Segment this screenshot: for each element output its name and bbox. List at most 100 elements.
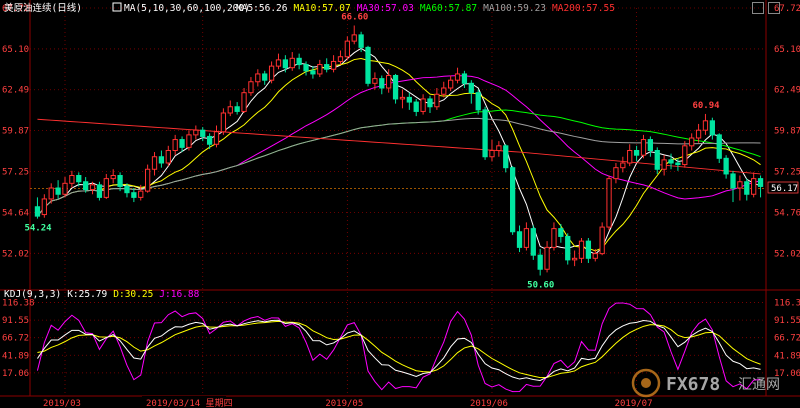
y-tick-right: 52.02 [774,249,800,259]
watermark: FX678 汇通网 [631,368,780,398]
candle-body [454,73,461,81]
candle-body [689,137,695,147]
candle-body [138,190,144,198]
watermark-cn: 汇通网 [738,377,780,393]
candle-body [434,93,440,108]
candle-body [751,178,757,195]
candle-body [503,145,509,169]
kdj-tick-left: 17.06 [2,369,29,379]
ma-value-4: MA100:59.23 [483,3,546,14]
candle-body [654,150,660,170]
candle-body [76,175,82,183]
candle-body [516,231,523,248]
candle-body [475,92,481,111]
candle-body [420,98,426,112]
kdj-tick-right: 66.72 [774,334,800,344]
x-tick-label: 2019/06 [470,399,508,408]
period-label: (日线) [52,2,82,14]
candle-body [661,159,667,170]
candle-body [324,64,330,70]
candle-body [558,228,564,237]
candle-body [723,157,729,175]
ma5-line [37,47,761,255]
annotation-high: 60.94 [692,101,720,111]
candle-body [310,70,316,75]
candle-body [303,64,309,72]
candle-body [496,145,502,151]
candle-body [372,78,378,84]
y-tick-right: 54.76 [774,208,800,218]
candle-body [606,178,612,228]
ma-value-2: MA30:57.03 [357,3,414,14]
candle-body [640,139,647,156]
candle-body [248,81,254,94]
candle-body [344,40,350,58]
annotation-high: 66.60 [341,13,368,23]
y-tick-left: 65.10 [2,45,29,55]
window-close-button[interactable] [768,2,780,14]
candle-body [523,228,530,248]
annotation-low: 50.60 [527,281,554,291]
candle-body [613,167,619,180]
candle-body [427,98,433,108]
ma-value-1: MA10:57.07 [293,3,350,14]
watermark-brand: FX678 [666,374,720,395]
candle-body [537,254,543,270]
candle-body [358,34,364,48]
kdj-j-value: J:16.88 [159,289,199,300]
candle-body [379,78,385,89]
candle-body [599,226,605,255]
y-tick-left: 52.02 [2,249,29,259]
ma-indicator-icon[interactable] [112,2,122,12]
ma100-line [37,117,761,217]
candle-body [730,173,736,189]
x-tick-label: 2019/03 [43,399,81,408]
candle-body [103,178,109,198]
candle-body [151,156,158,170]
candle-body [351,34,357,42]
kdj-k-value: K:25.79 [67,289,107,300]
ma-values: MA5:56.26 MA10:57.07 MA30:57.03 MA60:57.87 M… [236,3,615,14]
kdj-j-line [36,302,761,393]
price-annotations: 66.60 54.24 50.60 60.94 [24,13,720,291]
candle-body [158,156,165,164]
kdj-indicator-lines [36,302,761,393]
candle-body [213,131,220,145]
x-tick-label: 2019/07 [615,399,653,408]
ma-label: MA(5,10,30,60,100,200) [124,3,250,14]
y-tick-left: 54.64 [2,208,29,218]
candle-body [399,96,406,100]
kdj-tick-left: 116.38 [2,299,35,309]
candle-body [255,73,261,83]
candle-body [186,134,192,148]
candle-body [668,159,674,164]
window-minimize-button[interactable] [752,2,764,14]
price-chart[interactable]: 67.72 67.7265.10 65.1062.49 62.4959.87 59.87… [0,0,800,408]
candle-body [695,129,702,139]
candle-body [757,178,764,187]
candle-body [110,175,116,180]
candle-body [296,57,302,66]
kdj-tick-left: 66.72 [2,334,29,344]
y-tick-right: 65.10 [774,45,800,55]
candle-body [337,56,344,62]
candle-body [489,150,495,158]
candle-body [386,75,392,89]
candle-body [48,187,54,200]
candle-body [317,64,323,75]
candle-body [716,134,722,159]
candle-body [633,150,640,156]
candle-body [551,228,557,248]
candle-body [530,228,536,256]
candle-body [62,182,68,195]
candle-body [709,120,715,136]
candle-body [737,181,743,189]
candle-body [509,167,516,233]
candle-body [41,198,47,216]
candle-body [441,87,447,95]
kdj-tick-left: 91.55 [2,316,29,326]
candle-body [468,82,474,94]
candle-body [117,175,123,187]
ma-value-5: MA200:57.55 [552,3,615,14]
candle-body [682,145,688,166]
